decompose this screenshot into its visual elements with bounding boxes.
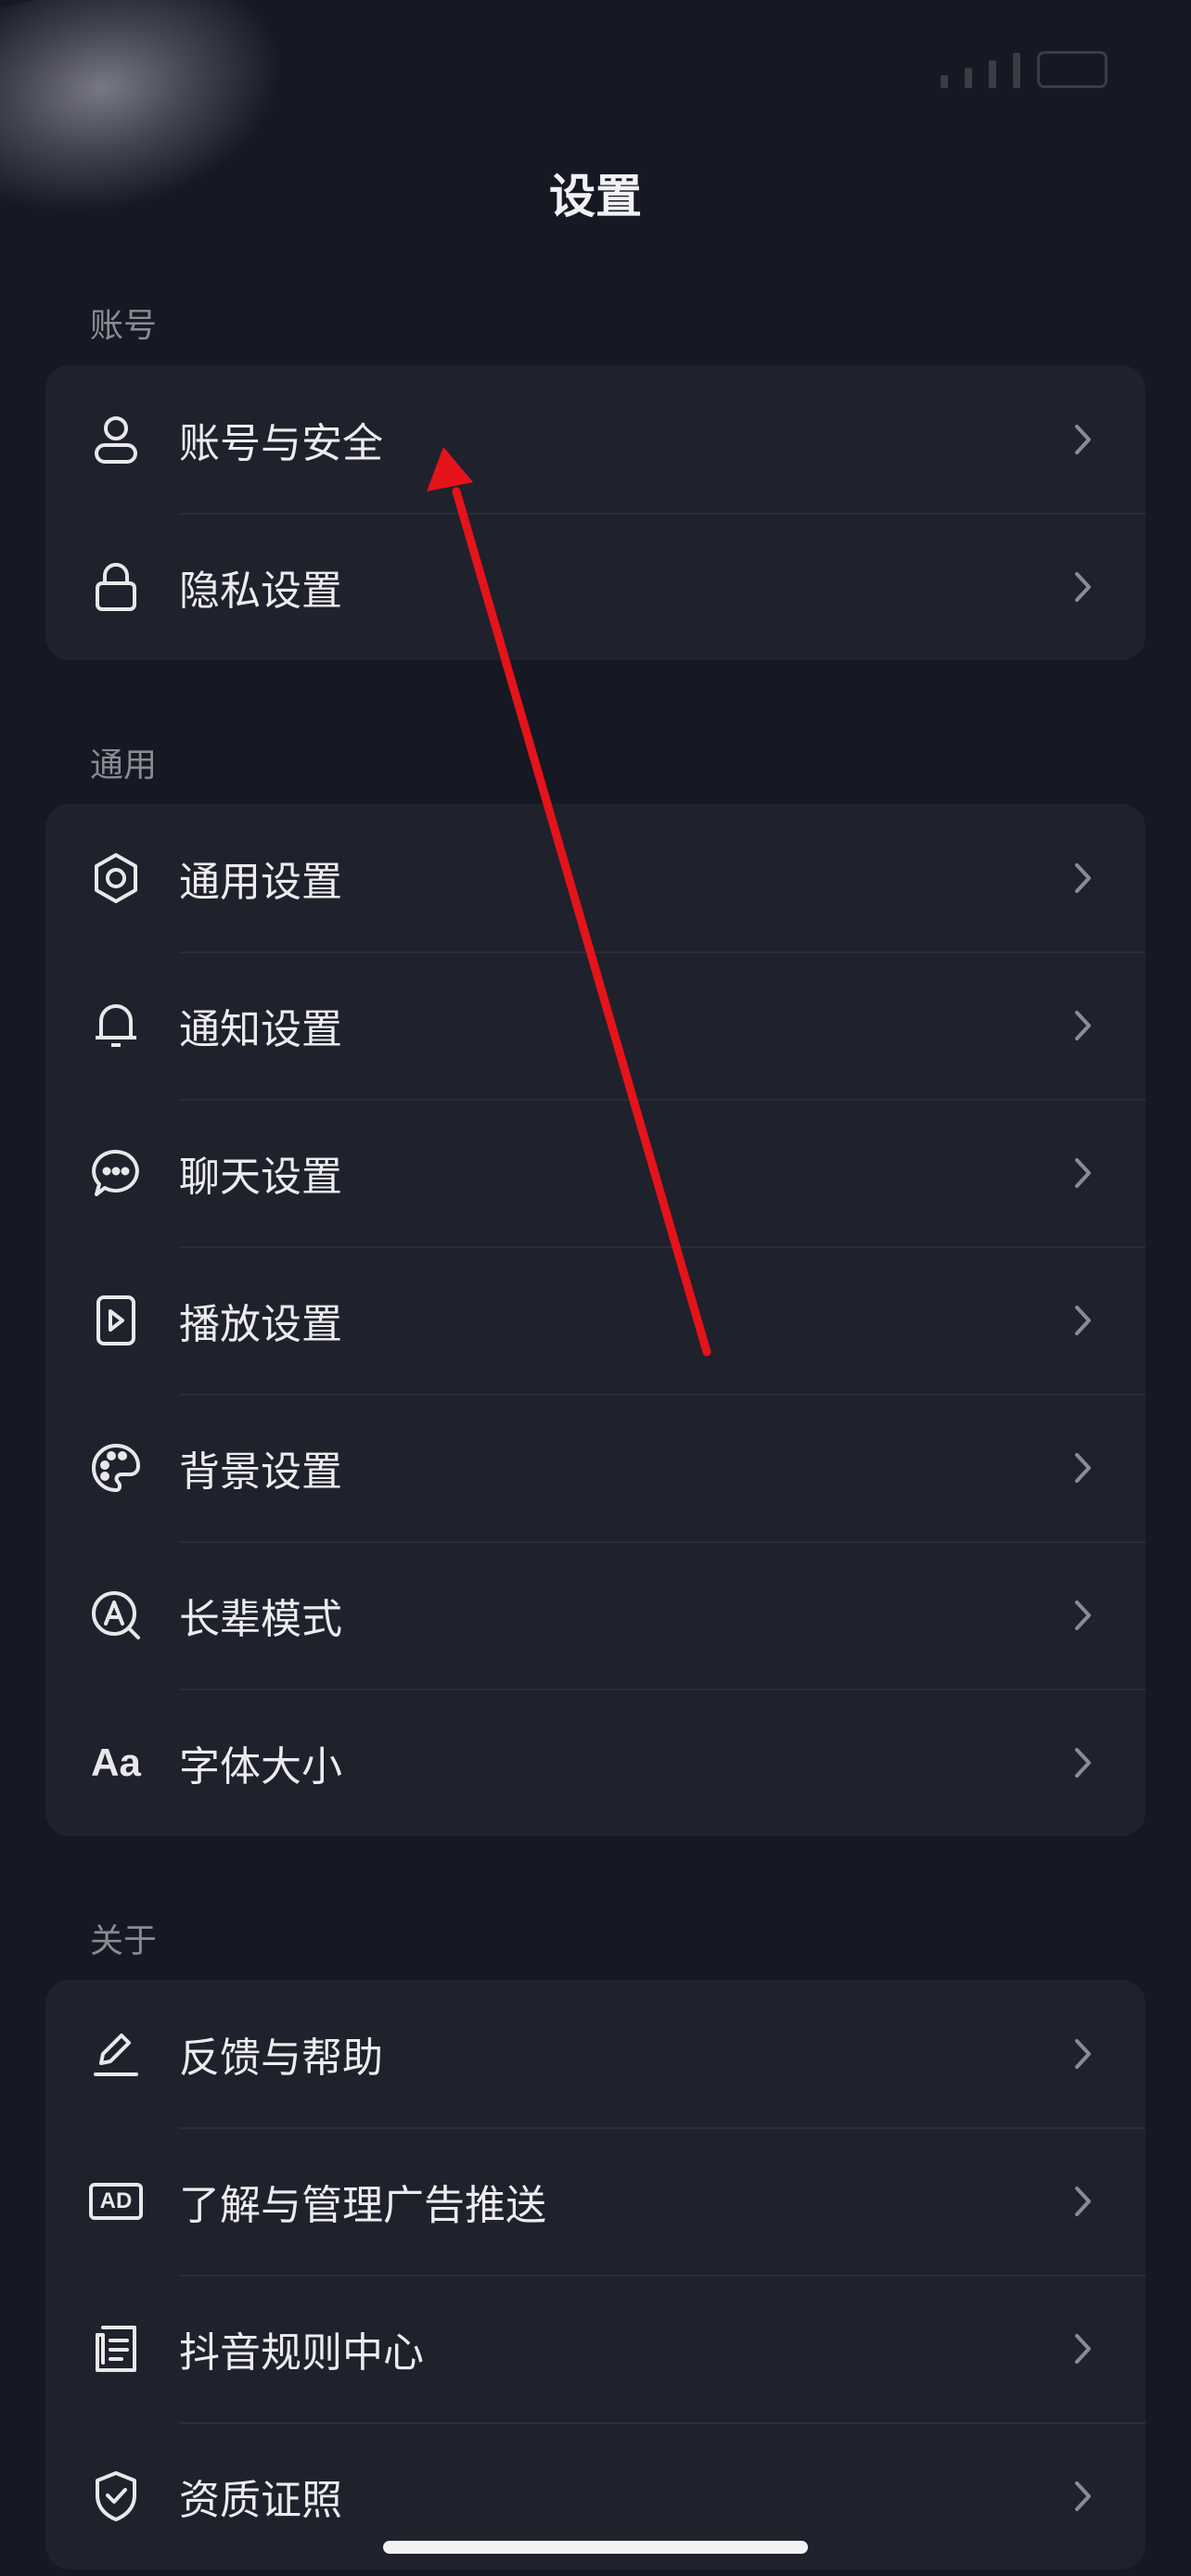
home-indicator[interactable] — [383, 2541, 808, 2554]
annotation-arrow — [427, 447, 711, 1357]
